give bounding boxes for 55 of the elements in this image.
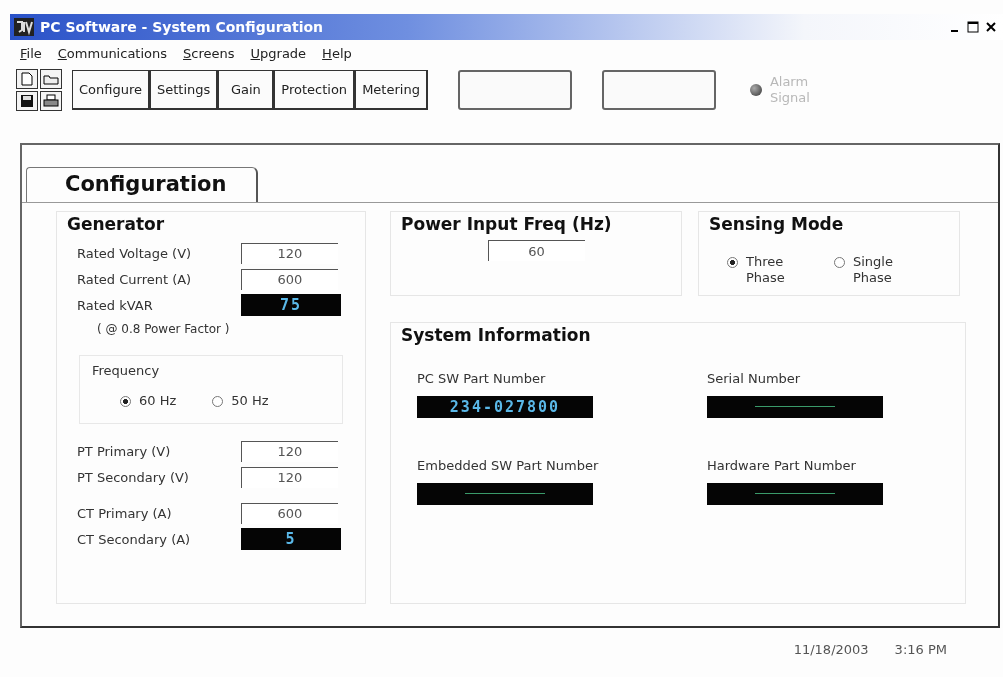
radio-button[interactable] [727, 257, 738, 268]
folder-icon[interactable] [40, 69, 62, 89]
field-label: PT Secondary (V) [77, 469, 190, 485]
new-file-icon[interactable] [16, 69, 38, 89]
group-title: Generator [67, 214, 166, 234]
input-field[interactable]: 120 [241, 466, 338, 488]
menu-item[interactable]: Communications [57, 46, 168, 61]
value-display: 5 [241, 528, 341, 551]
value-display: 234-027800 [417, 395, 593, 418]
radio-button[interactable] [212, 396, 224, 407]
input-field[interactable]: 600 [241, 502, 338, 524]
menu-item[interactable]: Upgrade [250, 46, 307, 61]
window-title: PC Software - System Configuration [40, 19, 325, 35]
tab[interactable]: Configuration [26, 167, 259, 202]
maximize-icon[interactable] [965, 19, 981, 35]
status-time: 3:16 PM [894, 642, 947, 657]
nav-button[interactable]: Metering [355, 70, 428, 110]
alarm-label: Alarm Signal [769, 73, 811, 107]
menu-item[interactable]: Screens [183, 46, 235, 61]
nav-button[interactable]: Settings [150, 70, 219, 110]
group-title: System Information [401, 324, 592, 345]
field-label: Serial Number [707, 370, 802, 386]
field-label: Rated Current (A) [77, 271, 193, 287]
alarm-led-icon [749, 84, 762, 96]
nav-button[interactable]: Configure [72, 70, 150, 110]
radio-option[interactable]: 50 Hz [212, 393, 269, 410]
note-text: ( @ 0.8 Power Factor ) [96, 322, 230, 336]
menu-item[interactable]: Help [322, 46, 352, 61]
field-label: Embedded SW Part Number [417, 457, 600, 473]
radio-option[interactable]: Single Phase [834, 254, 905, 287]
field-label: PT Primary (V) [77, 443, 172, 459]
field-label: Rated kVAR [77, 297, 154, 313]
group-title: Sensing Mode [709, 214, 845, 234]
field-label: Rated Voltage (V) [77, 245, 193, 261]
radio-button[interactable] [834, 257, 845, 268]
nav-button[interactable]: Protection [274, 70, 356, 110]
nav-button[interactable]: Gain [218, 70, 275, 110]
radio-button[interactable] [120, 396, 131, 407]
field-label: PC SW Part Number [417, 370, 547, 386]
app-logo-icon [14, 18, 34, 36]
field-label: CT Secondary (A) [77, 531, 192, 547]
radio-option[interactable]: Three Phase [727, 254, 798, 287]
status-date: 11/18/2003 [793, 642, 869, 657]
group-title: Frequency [92, 363, 160, 378]
input-field[interactable]: 120 [241, 242, 338, 264]
radio-option[interactable]: 60 Hz [120, 393, 177, 410]
group-title: Power Input Freq (Hz) [401, 214, 613, 234]
menu-item[interactable]: File [20, 46, 42, 61]
printer-icon[interactable] [40, 91, 62, 111]
field-label: CT Primary (A) [77, 505, 173, 521]
field-label: Hardware Part Number [707, 457, 857, 473]
input-field[interactable]: 120 [241, 440, 338, 462]
input-field[interactable]: 600 [241, 268, 338, 290]
input-field[interactable]: 60 [487, 240, 585, 261]
value-display: 75 [241, 294, 341, 316]
